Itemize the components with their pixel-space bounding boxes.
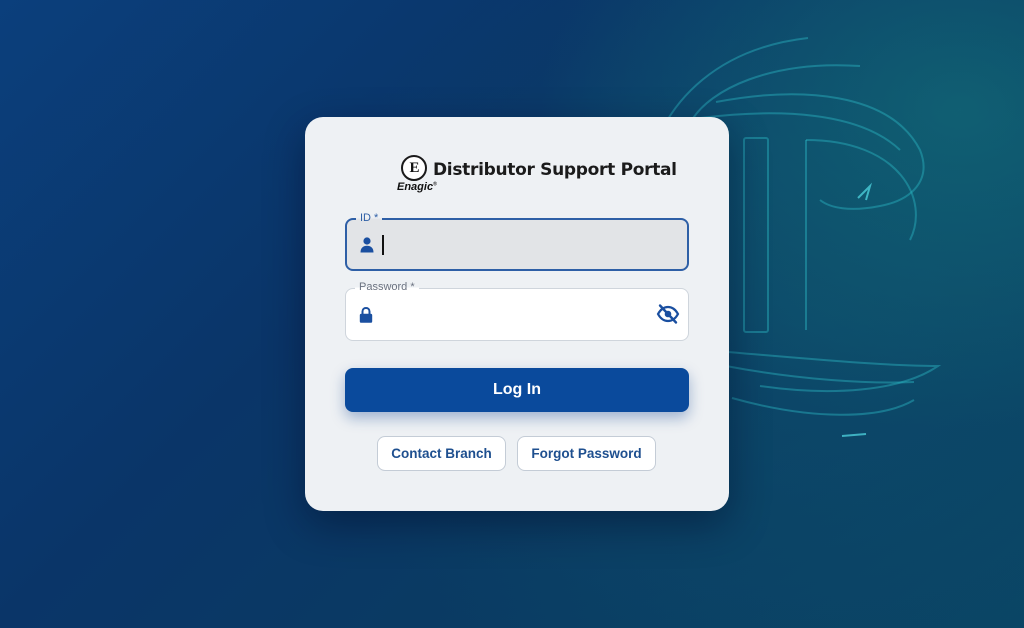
enagic-logo: E Enagic® [397,155,437,197]
login-card: E Enagic® Distributor Support Portal ID … [305,117,729,511]
logo-emblem: E [401,155,427,181]
brand-header: E Enagic® Distributor Support Portal [397,155,677,197]
portal-title: Distributor Support Portal [433,160,677,180]
forgot-password-button[interactable]: Forgot Password [517,436,656,471]
password-field[interactable]: Password * [345,280,689,341]
login-button[interactable]: Log In [345,368,689,412]
id-field[interactable]: ID * [345,211,689,271]
login-page-background: E Enagic® Distributor Support Portal ID … [0,0,1024,628]
lock-icon [359,306,373,323]
toggle-password-visibility-button[interactable] [656,303,680,325]
contact-branch-button[interactable]: Contact Branch [377,436,506,471]
person-icon [360,237,374,253]
id-field-label: ID * [356,211,383,225]
password-input[interactable] [382,299,642,329]
password-field-label: Password * [355,280,419,294]
id-input[interactable] [383,230,643,260]
eye-slash-icon [656,304,680,324]
text-caret [382,235,384,255]
logo-wordmark: Enagic® [397,181,437,193]
